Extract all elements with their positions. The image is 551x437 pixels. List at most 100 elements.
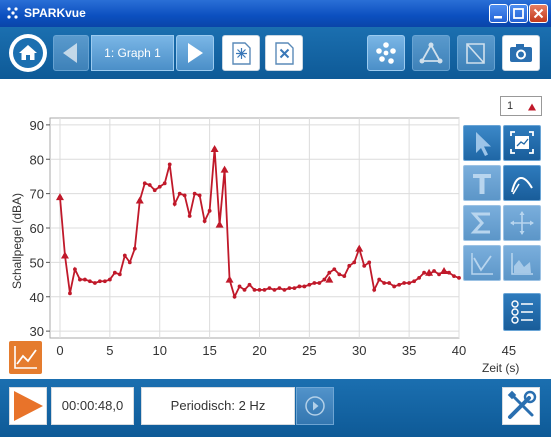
- home-button[interactable]: [9, 34, 47, 72]
- list-options-icon: [511, 300, 533, 324]
- data-point: [88, 279, 92, 284]
- data-point: [192, 191, 197, 196]
- close-window-button[interactable]: [529, 4, 548, 23]
- data-point: [292, 286, 297, 291]
- connect-lines-button[interactable]: [412, 35, 450, 71]
- window-title: SPARKvue: [24, 6, 86, 20]
- sampling-mode[interactable]: Periodisch: 2 Hz: [141, 387, 295, 425]
- x-tick-label: 30: [352, 343, 366, 358]
- statistics-button[interactable]: [463, 205, 501, 241]
- data-point: [447, 270, 451, 275]
- data-point: [307, 282, 312, 287]
- data-point: [107, 277, 112, 282]
- y-tick-label: 40: [30, 290, 44, 305]
- next-page-button[interactable]: [176, 35, 214, 71]
- data-points-icon: [376, 42, 396, 64]
- data-point: [297, 284, 302, 289]
- arrow-right-icon: [188, 43, 203, 63]
- bottom-toolbar: 00:00:48,0 Periodisch: 2 Hz: [0, 379, 551, 437]
- y-axis-ticks: 30 40 50 60 70 80 90: [30, 118, 50, 339]
- scale-to-fit-icon: [510, 131, 534, 154]
- data-point: [122, 253, 127, 258]
- data-point: [162, 181, 167, 186]
- y-tick-label: 80: [30, 152, 44, 167]
- data-point: [432, 269, 436, 273]
- slope-tool-button[interactable]: [463, 245, 501, 281]
- data-point: [412, 279, 417, 284]
- new-page-icon: [232, 42, 251, 65]
- close-icon: [533, 8, 544, 19]
- maximize-icon: [513, 8, 524, 19]
- data-point: [262, 287, 267, 292]
- data-point: [337, 272, 342, 277]
- data-point: [73, 267, 77, 272]
- data-point: [252, 287, 257, 292]
- properties-button[interactable]: [503, 293, 541, 331]
- camera-icon: [510, 44, 532, 62]
- data-point: [187, 214, 192, 218]
- scale-to-fit-button[interactable]: [503, 125, 541, 161]
- top-toolbar: 1: Graph 1: [0, 27, 551, 79]
- x-tick-label: 40: [452, 343, 466, 358]
- data-point: [152, 188, 157, 193]
- area-tool-button[interactable]: [503, 245, 541, 281]
- curve-fit-button[interactable]: [503, 165, 541, 201]
- data-point: [417, 275, 421, 280]
- x-tick-label: 10: [152, 343, 166, 358]
- y-tick-label: 90: [30, 118, 44, 133]
- arrow-left-icon: [63, 43, 77, 63]
- data-point: [332, 267, 337, 272]
- data-point: [407, 281, 412, 285]
- data-point: [302, 284, 307, 289]
- data-points-button[interactable]: [367, 35, 405, 71]
- snapshot-button[interactable]: [502, 35, 540, 71]
- select-tool-button[interactable]: [463, 125, 501, 161]
- graph-type-button[interactable]: [9, 341, 42, 374]
- sampling-icon: [305, 396, 325, 416]
- data-point: [117, 272, 122, 277]
- data-point: [68, 291, 72, 296]
- data-point: [257, 287, 262, 292]
- delete-page-button[interactable]: [265, 35, 303, 71]
- data-point: [102, 279, 107, 284]
- data-point: [397, 282, 402, 287]
- elapsed-time: 00:00:48,0: [51, 387, 134, 425]
- home-icon: [13, 38, 43, 68]
- add-text-button[interactable]: [463, 165, 501, 201]
- data-point: [362, 263, 367, 268]
- data-point: [242, 287, 247, 292]
- data-point: [387, 281, 392, 285]
- y-tick-label: 50: [30, 255, 44, 270]
- previous-page-button[interactable]: [53, 35, 89, 71]
- coordinates-tool-button[interactable]: [503, 205, 541, 241]
- data-point: [367, 260, 372, 265]
- data-point: [182, 193, 187, 198]
- area-icon: [511, 253, 533, 275]
- x-tick-label: 25: [302, 343, 316, 358]
- page-title[interactable]: 1: Graph 1: [91, 35, 174, 71]
- data-point: [147, 183, 152, 187]
- data-point: [377, 277, 382, 282]
- sampling-settings-button[interactable]: [296, 387, 334, 425]
- data-point: [277, 286, 282, 291]
- data-point: [232, 294, 237, 299]
- y-tick-label: 60: [30, 221, 44, 236]
- new-page-button[interactable]: [222, 35, 260, 71]
- annotation-button[interactable]: [457, 35, 495, 71]
- data-point: [402, 281, 407, 285]
- annotation-icon: [466, 43, 485, 64]
- data-point: [272, 287, 277, 292]
- maximize-button[interactable]: [509, 4, 528, 23]
- data-point: [112, 270, 117, 275]
- minimize-button[interactable]: [489, 4, 508, 23]
- x-axis-ticks: 0 5 10 15 20 25 30 35 40 45: [56, 343, 516, 358]
- data-point: [372, 287, 377, 292]
- data-point: [207, 208, 212, 213]
- tools-button[interactable]: [502, 387, 540, 425]
- data-point: [83, 277, 87, 282]
- data-point: [287, 286, 292, 291]
- start-recording-button[interactable]: [9, 387, 47, 425]
- x-tick-label: 0: [56, 343, 63, 358]
- x-tick-label: 35: [402, 343, 416, 358]
- window-titlebar: SPARKvue: [0, 0, 551, 27]
